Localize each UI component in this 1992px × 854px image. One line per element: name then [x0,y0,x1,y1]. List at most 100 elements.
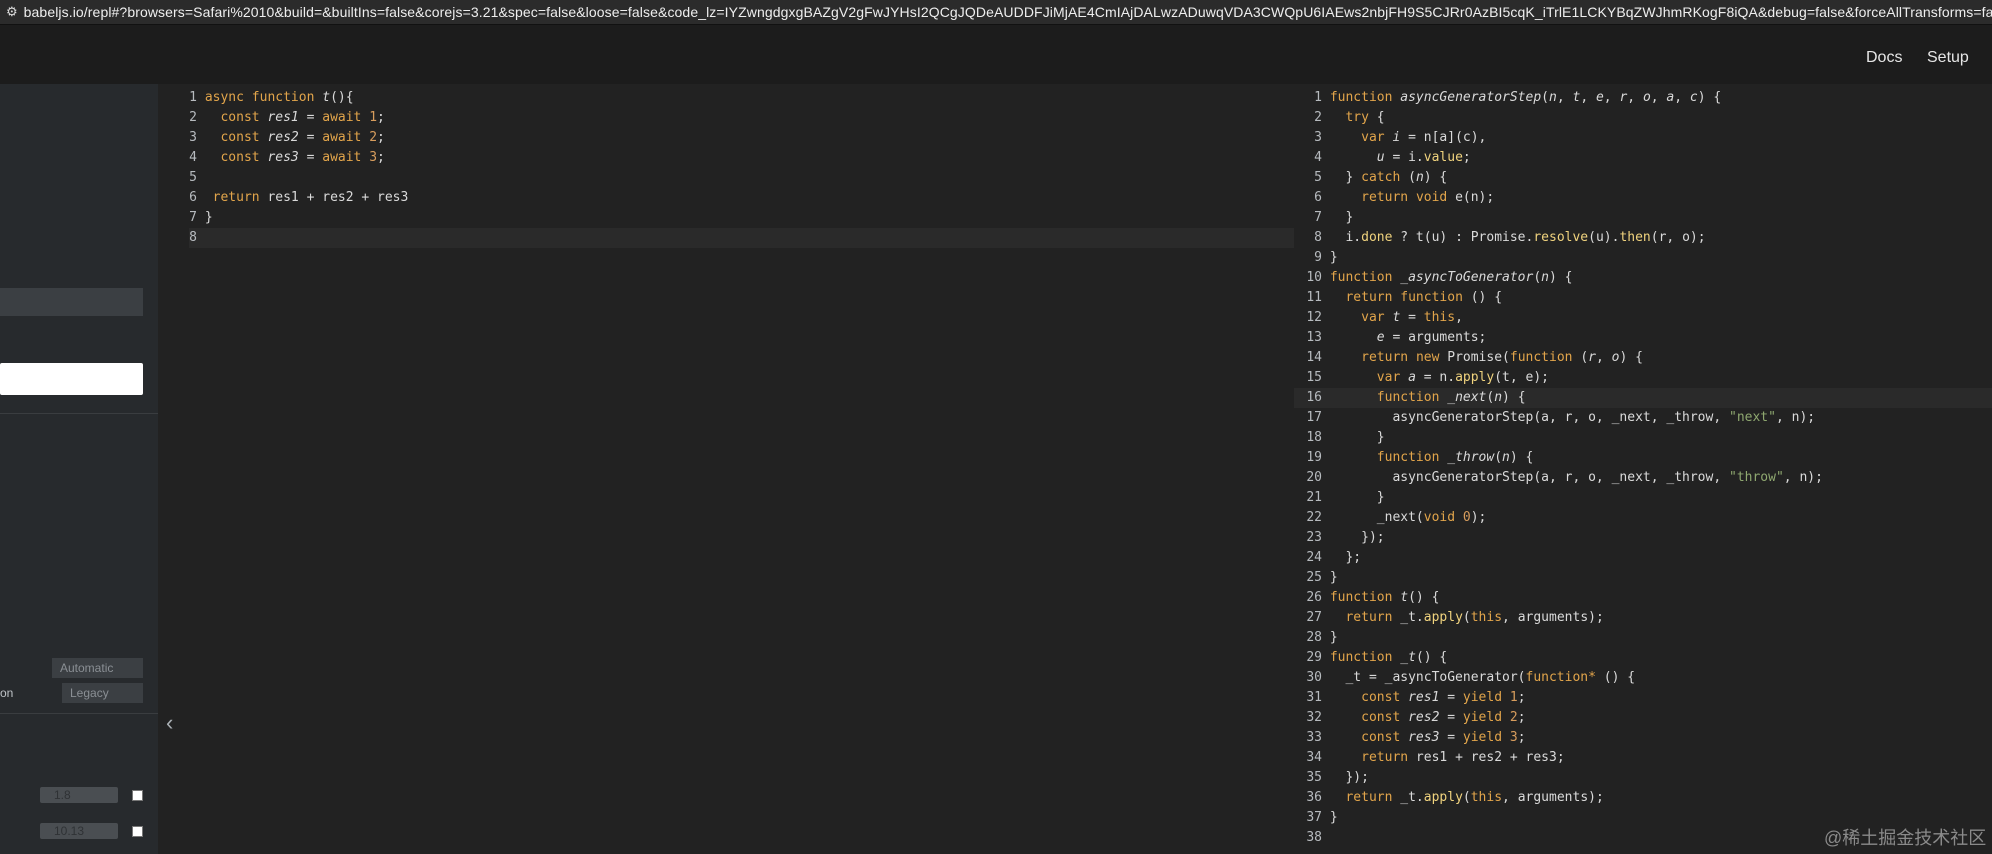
sidebar-textarea[interactable] [0,363,143,395]
code-line[interactable]: 28 } [1294,628,1992,648]
code-text[interactable]: _t = _asyncToGenerator(function* () { [1330,670,1635,685]
code-text[interactable]: return res1 + res2 + res3 [205,190,409,205]
code-line[interactable]: 16 function _next(n) { [1294,388,1992,408]
code-text[interactable]: function _next(n) { [1330,390,1526,405]
code-text[interactable]: asyncGeneratorStep(a, r, o, _next, _thro… [1330,410,1815,425]
code-text[interactable]: const res2 = await 2; [205,130,384,145]
code-text[interactable]: var t = this, [1330,310,1463,325]
code-line[interactable]: 30 _t = _asyncToGenerator(function* () { [1294,668,1992,688]
code-text[interactable]: async function t(){ [205,90,354,105]
decorators-select[interactable]: Legacy [62,683,143,703]
code-line[interactable]: 9 } [1294,248,1992,268]
code-text[interactable]: _next(void 0); [1330,510,1487,525]
code-text[interactable]: return _t.apply(this, arguments); [1330,610,1603,625]
code-line[interactable]: 3 const res2 = await 2; [189,128,1294,148]
code-line[interactable]: 19 function _throw(n) { [1294,448,1992,468]
code-line[interactable]: 21 } [1294,488,1992,508]
code-text[interactable]: }); [1330,770,1369,785]
code-text[interactable]: const res1 = yield 1; [1330,690,1525,705]
code-line[interactable]: 33 const res3 = yield 3; [1294,728,1992,748]
code-line[interactable]: 35 }); [1294,768,1992,788]
code-line[interactable]: 27 return _t.apply(this, arguments); [1294,608,1992,628]
version-checkbox[interactable] [132,790,143,801]
docs-link[interactable]: Docs [1866,49,1902,67]
code-text[interactable]: return function () { [1330,290,1502,305]
code-text[interactable]: }); [1330,530,1385,545]
code-text[interactable]: function _t() { [1330,650,1447,665]
code-line[interactable]: 4 u = i.value; [1294,148,1992,168]
code-text[interactable]: } [1330,570,1338,585]
runtime-select[interactable]: Automatic [52,658,143,678]
code-text[interactable]: asyncGeneratorStep(a, r, o, _next, _thro… [1330,470,1823,485]
code-text[interactable]: } [205,210,213,225]
code-line[interactable]: 23 }); [1294,528,1992,548]
code-line[interactable]: 3 var i = n[a](c), [1294,128,1992,148]
code-line[interactable]: 2 const res1 = await 1; [189,108,1294,128]
code-line[interactable]: 20 asyncGeneratorStep(a, r, o, _next, _t… [1294,468,1992,488]
code-text[interactable]: } [1330,430,1385,445]
input-code-editor[interactable]: 1 async function t(){2 const res1 = awai… [189,84,1294,854]
code-line[interactable]: 8 [189,228,1294,248]
code-line[interactable]: 4 const res3 = await 3; [189,148,1294,168]
code-line[interactable]: 18 } [1294,428,1992,448]
code-line[interactable]: 31 const res1 = yield 1; [1294,688,1992,708]
code-text[interactable]: function _throw(n) { [1330,450,1534,465]
code-line[interactable]: 17 asyncGeneratorStep(a, r, o, _next, _t… [1294,408,1992,428]
version-checkbox[interactable] [132,826,143,837]
code-line[interactable]: 8 i.done ? t(u) : Promise.resolve(u).the… [1294,228,1992,248]
code-text[interactable]: } [1330,490,1385,505]
version-input[interactable]: 1.8 [40,787,118,803]
code-line[interactable]: 6 return void e(n); [1294,188,1992,208]
sidebar-text-input[interactable] [0,288,143,316]
code-line[interactable]: 13 e = arguments; [1294,328,1992,348]
code-text[interactable]: e = arguments; [1330,330,1487,345]
code-text[interactable]: var i = n[a](c), [1330,130,1486,145]
code-line[interactable]: 36 return _t.apply(this, arguments); [1294,788,1992,808]
code-text[interactable]: const res3 = yield 3; [1330,730,1525,745]
output-code-editor[interactable]: 1 function asyncGeneratorStep(n, t, e, r… [1294,84,1992,854]
code-text[interactable]: } [1330,810,1338,825]
code-line[interactable]: 5 } catch (n) { [1294,168,1992,188]
code-text[interactable]: } [1330,250,1338,265]
code-text[interactable]: return _t.apply(this, arguments); [1330,790,1603,805]
url-text[interactable]: babeljs.io/repl#?browsers=Safari%2010&bu… [24,4,1992,20]
code-text[interactable]: i.done ? t(u) : Promise.resolve(u).then(… [1330,230,1705,245]
code-line[interactable]: 15 var a = n.apply(t, e); [1294,368,1992,388]
code-text[interactable]: u = i.value; [1330,150,1471,165]
code-text[interactable]: return new Promise(function (r, o) { [1330,350,1643,365]
code-text[interactable]: } [1330,630,1338,645]
code-text[interactable]: } catch (n) { [1330,170,1447,185]
code-line[interactable]: 11 return function () { [1294,288,1992,308]
code-line[interactable]: 22 _next(void 0); [1294,508,1992,528]
code-line[interactable]: 29 function _t() { [1294,648,1992,668]
code-line[interactable]: 6 return res1 + res2 + res3 [189,188,1294,208]
code-text[interactable]: try { [1330,110,1384,125]
chevron-left-icon[interactable]: ‹ [166,712,173,734]
code-line[interactable]: 25 } [1294,568,1992,588]
code-line[interactable]: 24 }; [1294,548,1992,568]
code-line[interactable]: 14 return new Promise(function (r, o) { [1294,348,1992,368]
code-text[interactable]: return void e(n); [1330,190,1494,205]
code-line[interactable]: 7 } [1294,208,1992,228]
code-text[interactable]: }; [1330,550,1361,565]
code-text[interactable]: function t() { [1330,590,1440,605]
code-text[interactable]: const res3 = await 3; [205,150,384,165]
code-line[interactable]: 1 async function t(){ [189,88,1294,108]
version-input[interactable]: 10.13 [40,823,118,839]
code-line[interactable]: 32 const res2 = yield 2; [1294,708,1992,728]
browser-url-bar[interactable]: ⚙ babeljs.io/repl#?browsers=Safari%2010&… [0,0,1992,25]
code-line[interactable]: 5 [189,168,1294,188]
code-line[interactable]: 7 } [189,208,1294,228]
code-line[interactable]: 12 var t = this, [1294,308,1992,328]
tune-icon[interactable]: ⚙ [6,4,18,20]
code-text[interactable]: } [1330,210,1353,225]
code-line[interactable]: 2 try { [1294,108,1992,128]
code-text[interactable]: return res1 + res2 + res3; [1330,750,1565,765]
code-line[interactable]: 26 function t() { [1294,588,1992,608]
code-line[interactable]: 1 function asyncGeneratorStep(n, t, e, r… [1294,88,1992,108]
code-text[interactable]: const res1 = await 1; [205,110,384,125]
code-text[interactable]: const res2 = yield 2; [1330,710,1525,725]
code-line[interactable]: 10 function _asyncToGenerator(n) { [1294,268,1992,288]
code-line[interactable]: 34 return res1 + res2 + res3; [1294,748,1992,768]
code-text[interactable]: function _asyncToGenerator(n) { [1330,270,1573,285]
